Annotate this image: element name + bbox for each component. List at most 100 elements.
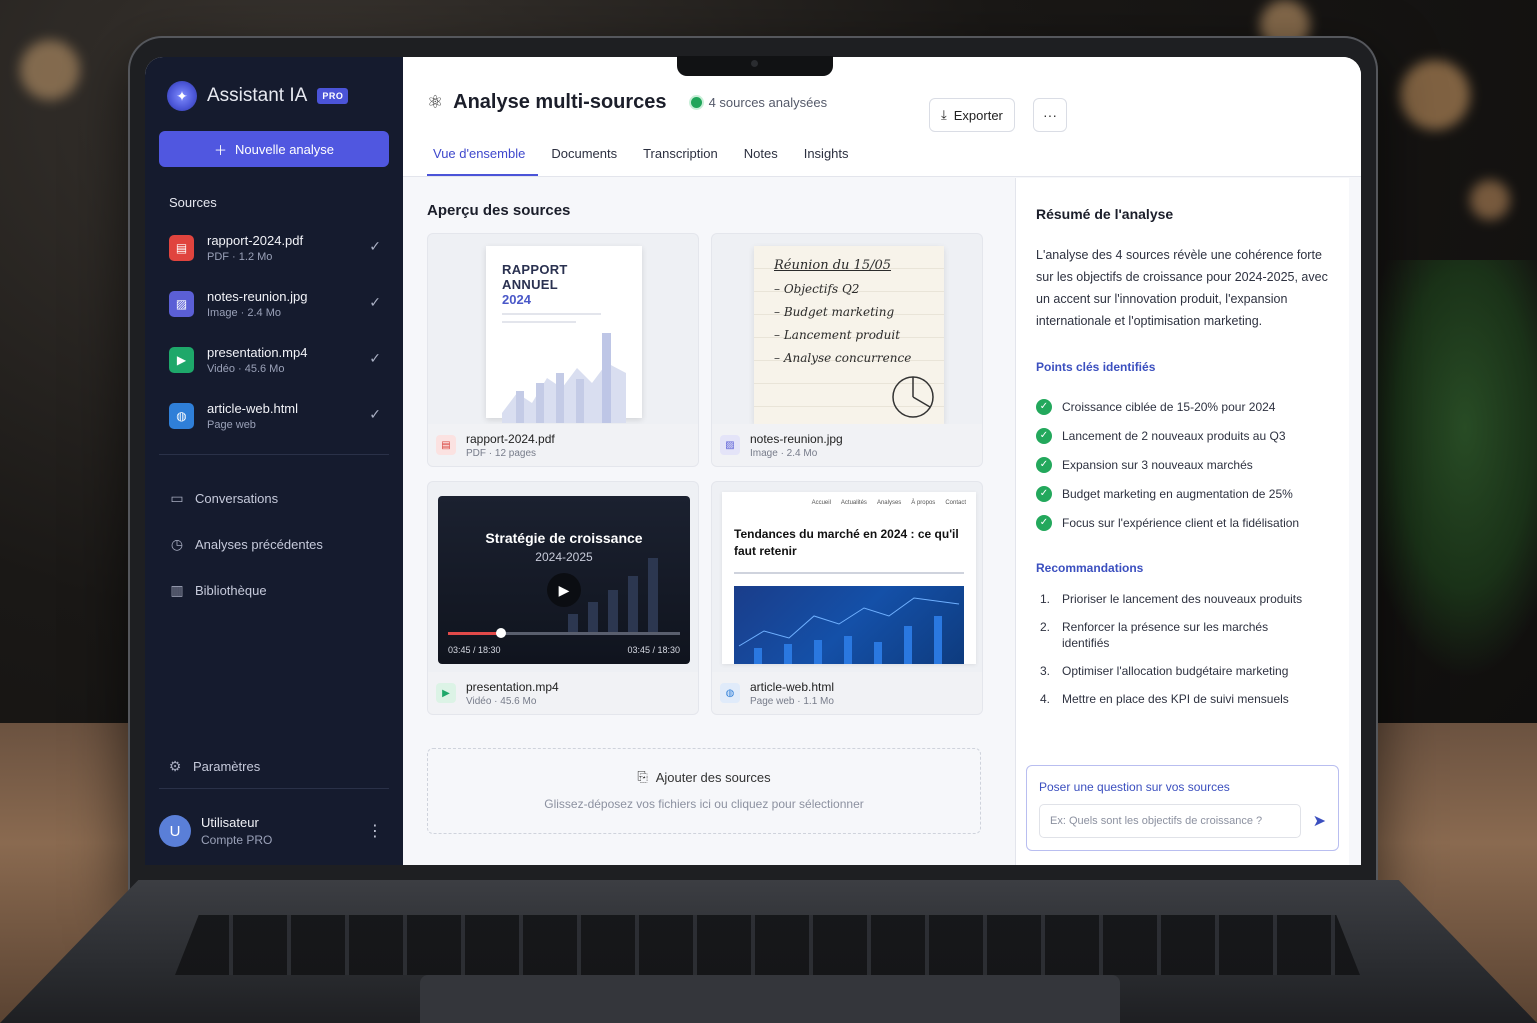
clock-icon: ◷ — [170, 535, 184, 552]
check-icon: ✓ — [369, 238, 381, 254]
overview-title: Aperçu des sources — [427, 202, 571, 219]
nav-label: Analyses précédentes — [195, 536, 323, 552]
reco-number: 3. — [1040, 664, 1051, 678]
brain-icon: ⚛ — [427, 92, 444, 112]
tab-insights[interactable]: Insights — [791, 146, 862, 176]
image-icon: ▨ — [169, 291, 194, 317]
source-card-video[interactable]: Stratégie de croissance 2024-2025 ▶ 03:4… — [427, 481, 699, 715]
card-footer: ▨ notes-reunion.jpg Image · 2.4 Mo — [712, 424, 982, 466]
recommendation: 3. Optimiser l'allocation budgétaire mark… — [1036, 663, 1329, 679]
dropzone-title: ⎘ Ajouter des sources — [428, 769, 980, 785]
summary-panel: Résumé de l'analyse L'analyse des 4 sour… — [1015, 178, 1349, 865]
upload-file-icon: ⎘ — [637, 769, 648, 784]
video-progress[interactable] — [448, 628, 680, 638]
panel-summary: L'analyse des 4 sources révèle une cohér… — [1036, 248, 1328, 328]
header: ⚛ Analyse multi-sources 4 sources analys… — [403, 57, 1361, 177]
web-rule — [734, 572, 964, 574]
sidebar-item-history[interactable]: ◷ Analyses précédentes — [159, 521, 389, 567]
source-list: ▤ rapport-2024.pdf PDF · 1.2 Mo ✓ ▨ notes… — [159, 220, 389, 455]
key-points-title: Points clés identifiés — [1036, 360, 1156, 374]
key-point-text: Lancement de 2 nouveaux produits au Q3 — [1062, 428, 1286, 443]
sidebar-item-conversations[interactable]: ▭ Conversations — [159, 475, 389, 521]
more-options-button[interactable]: ··· — [1033, 98, 1067, 132]
tab-transcription[interactable]: Transcription — [630, 146, 731, 176]
key-point-text: Budget marketing en augmentation de 25% — [1062, 486, 1293, 501]
check-icon: ✓ — [369, 294, 381, 310]
gear-icon: ⚙ — [168, 758, 182, 774]
laptop-trackpad — [420, 975, 1120, 1023]
kebab-menu-icon[interactable]: ⋮ — [367, 821, 389, 841]
brand-name: Assistant IA — [207, 85, 308, 106]
tab-documents[interactable]: Documents — [538, 146, 630, 176]
recommendation: 1. Prioriser le lancement des nouveaux pr… — [1036, 591, 1329, 607]
note-title: Réunion du 15/05 — [774, 258, 892, 273]
dropzone-hint: Glissez-déposez vos fichiers ici ou cliq… — [544, 797, 864, 811]
web-article-image — [734, 586, 964, 664]
card-meta: Vidéo · 45.6 Mo — [466, 695, 537, 707]
play-button[interactable]: ▶ — [547, 573, 581, 607]
reco-number: 1. — [1040, 592, 1051, 606]
nav-label: Conversations — [195, 490, 279, 506]
export-button[interactable]: ⤓ Exporter — [929, 98, 1015, 132]
note-preview: Réunion du 15/05 – Objectifs Q2 – Budget… — [754, 246, 944, 424]
card-meta: PDF · 12 pages — [466, 447, 537, 459]
send-icon[interactable]: ➤ — [1313, 811, 1326, 831]
image-icon: ▨ — [720, 435, 740, 455]
background-plant — [1357, 260, 1537, 680]
ask-label: Poser une question sur vos sources — [1039, 780, 1230, 794]
globe-icon: ◍ — [720, 683, 740, 703]
pdf-icon: ▤ — [169, 235, 194, 261]
new-analysis-button[interactable]: ＋ Nouvelle analyse — [159, 131, 389, 167]
user-profile[interactable]: U Utilisateur Compte PRO ⋮ — [159, 815, 389, 847]
tab-overview[interactable]: Vue d'ensemble — [427, 146, 539, 176]
pdf-preview: RAPPORT ANNUEL 2024 — [486, 246, 642, 423]
recommendations-title: Recommandations — [1036, 561, 1144, 575]
source-item-pdf[interactable]: ▤ rapport-2024.pdf PDF · 1.2 Mo ✓ — [159, 220, 389, 276]
sources-label: Sources — [169, 195, 217, 210]
nav-label: Bibliothèque — [195, 582, 267, 598]
brand: ✦ Assistant IA PRO — [159, 81, 389, 111]
status-badge: 4 sources analysées — [690, 95, 827, 110]
check-circle-icon: ✓ — [1036, 427, 1052, 444]
source-card-pdf[interactable]: RAPPORT ANNUEL 2024 ▤ rapport-2024.pdf P… — [427, 233, 699, 467]
bokeh-light — [1470, 180, 1510, 220]
user-plan: Compte PRO — [201, 833, 273, 847]
sidebar-item-library[interactable]: ▥ Bibliothèque — [159, 567, 389, 613]
web-nav-item: Accueil — [811, 500, 831, 506]
source-item-video[interactable]: ▶ presentation.mp4 Vidéo · 45.6 Mo ✓ — [159, 332, 389, 388]
user-name: Utilisateur — [201, 815, 259, 830]
source-card-image[interactable]: Réunion du 15/05 – Objectifs Q2 – Budget… — [711, 233, 983, 467]
key-point: ✓ Lancement de 2 nouveaux produits au Q3 — [1036, 421, 1329, 450]
key-point-text: Expansion sur 3 nouveaux marchés — [1062, 457, 1253, 472]
card-footer: ▤ rapport-2024.pdf PDF · 12 pages — [428, 424, 698, 466]
check-icon: ✓ — [369, 406, 381, 422]
source-item-image[interactable]: ▨ notes-reunion.jpg Image · 2.4 Mo ✓ — [159, 276, 389, 332]
source-name: article-web.html — [207, 401, 299, 416]
sidebar-item-settings[interactable]: ⚙ Paramètres — [159, 745, 389, 789]
globe-icon: ◍ — [169, 403, 194, 429]
status-dot-icon — [690, 97, 702, 108]
brain-logo-icon: ✦ — [167, 81, 197, 111]
question-input[interactable] — [1039, 804, 1301, 838]
new-analysis-label: Nouvelle analyse — [235, 141, 335, 157]
main-area: ⚛ Analyse multi-sources 4 sources analys… — [403, 57, 1361, 865]
video-progress-knob[interactable] — [496, 628, 507, 638]
source-item-web[interactable]: ◍ article-web.html Page web ✓ — [159, 388, 389, 444]
tab-notes[interactable]: Notes — [731, 146, 791, 176]
card-meta: Page web · 1.1 Mo — [750, 695, 834, 707]
sidebar: ✦ Assistant IA PRO ＋ Nouvelle analyse So… — [145, 57, 403, 865]
note-line: – Analyse concurrence — [774, 351, 912, 365]
laptop-keyboard — [175, 915, 1360, 975]
settings-label: Paramètres — [193, 759, 261, 774]
video-time: 03:45 / 18:30 — [448, 645, 501, 655]
avatar: U — [159, 815, 191, 847]
source-card-web[interactable]: Accueil Actualités Analyses À propos Con… — [711, 481, 983, 715]
key-point: ✓ Budget marketing en augmentation de 25% — [1036, 479, 1329, 508]
ask-question-box: Poser une question sur vos sources ➤ — [1026, 765, 1339, 851]
check-circle-icon: ✓ — [1036, 398, 1052, 415]
add-sources-dropzone[interactable]: ⎘ Ajouter des sources Glissez-déposez vo… — [427, 748, 981, 834]
reco-number: 4. — [1040, 692, 1051, 706]
dropzone-title-text: Ajouter des sources — [655, 769, 771, 785]
reco-text: Prioriser le lancement des nouveaux prod… — [1062, 592, 1303, 606]
key-point: ✓ Focus sur l'expérience client et la fid… — [1036, 508, 1329, 537]
